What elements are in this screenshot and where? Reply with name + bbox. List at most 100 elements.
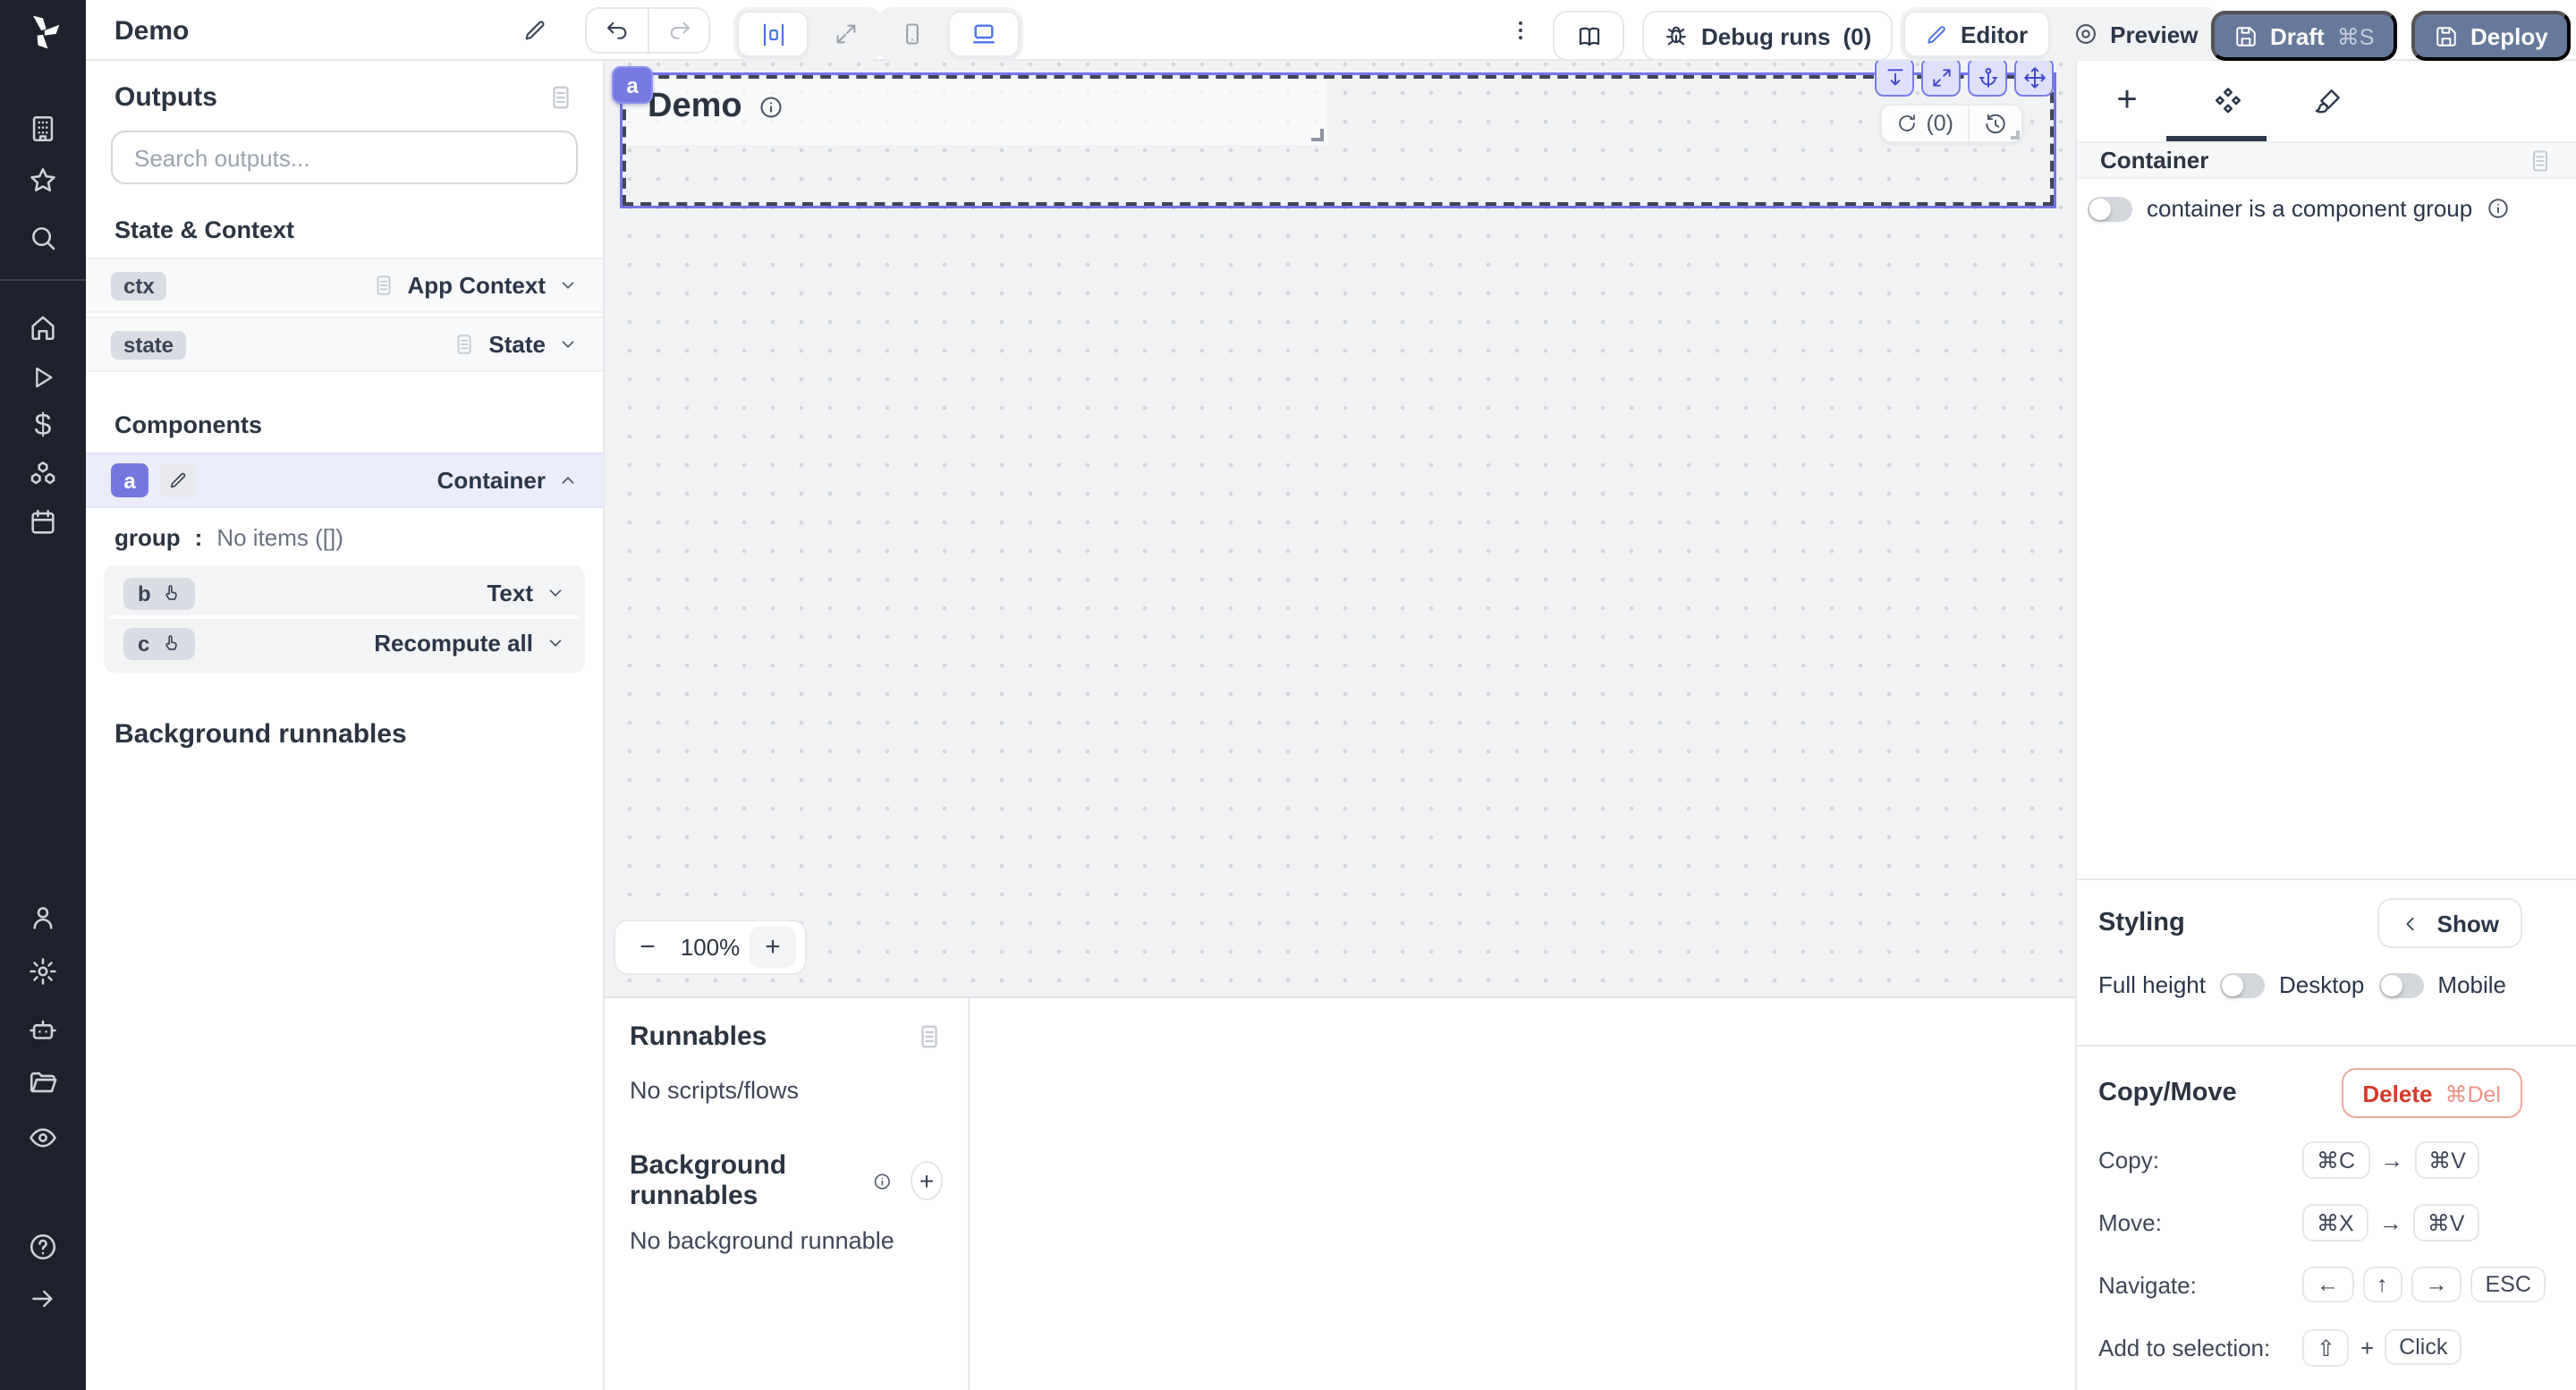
chevron-down-icon[interactable] <box>558 335 578 354</box>
expand-rail-arrow-icon[interactable] <box>29 1284 57 1313</box>
component-row-recompute[interactable]: c Recompute all <box>109 619 580 667</box>
styling-tab[interactable] <box>2299 61 2356 141</box>
group-separator: : <box>195 524 203 551</box>
pill-resize-corner <box>2011 131 2020 140</box>
selection-badge: a <box>612 66 653 104</box>
container-id-badge[interactable]: a <box>111 463 148 497</box>
variables-dollar-icon[interactable]: $ <box>35 408 52 444</box>
background-runnables-heading: Background runnables <box>114 719 574 750</box>
component-run-pill: (0) <box>1879 104 2023 143</box>
draft-label: Draft <box>2270 22 2325 49</box>
audit-eye-icon[interactable] <box>28 1123 58 1153</box>
recompute-id-badge[interactable]: c <box>123 627 194 659</box>
group-value: No items ([]) <box>216 524 343 551</box>
component-group-toggle-row: container is a component group <box>2077 179 2576 238</box>
deploy-label: Deploy <box>2470 22 2548 49</box>
workers-robot-icon[interactable] <box>28 1015 58 1046</box>
component-settings-tab[interactable] <box>2199 61 2256 141</box>
shortcut-row-navigate: Navigate: ← ↑ → ESC <box>2098 1263 2522 1306</box>
shortcut-row-move: Move: ⌘X → ⌘V <box>2098 1200 2522 1243</box>
fullscreen-handle[interactable] <box>1921 61 1961 97</box>
workspace-building-icon[interactable] <box>28 114 58 144</box>
shortcut-arrow: → <box>2377 1208 2404 1235</box>
chevron-up-icon[interactable] <box>558 470 578 490</box>
expand-down-handle[interactable] <box>1875 61 1914 97</box>
panel-doc-icon[interactable] <box>2528 148 2553 173</box>
centered-layout-button[interactable] <box>737 11 809 57</box>
chevron-down-icon[interactable] <box>546 583 565 603</box>
mobile-view-button[interactable] <box>880 11 945 57</box>
add-background-runnable-button[interactable]: + <box>911 1161 943 1200</box>
delete-component-button[interactable]: Delete ⌘Del <box>2341 1068 2522 1118</box>
output-row-state[interactable]: state State <box>86 317 603 372</box>
pointer-hand-icon <box>160 633 180 653</box>
rename-pencil-icon[interactable] <box>159 463 197 497</box>
windmill-logo-icon[interactable] <box>23 13 63 52</box>
kbd-key: ⇧ <box>2302 1328 2350 1366</box>
full-height-mobile-toggle[interactable] <box>2378 972 2423 997</box>
folders-icon[interactable] <box>28 1067 58 1098</box>
zoom-level: 100% <box>671 934 750 961</box>
home-icon[interactable] <box>28 312 58 343</box>
settings-tabs: + <box>2077 61 2576 141</box>
kbd-key: ↑ <box>2362 1267 2402 1302</box>
kbd-key: ← <box>2302 1267 2353 1302</box>
component-row-text[interactable]: b Text <box>109 571 580 619</box>
full-height-desktop-toggle[interactable] <box>2220 972 2265 997</box>
preview-tab[interactable]: Preview <box>2053 11 2217 57</box>
full-width-button[interactable] <box>812 11 880 57</box>
output-row-ctx[interactable]: ctx App Context <box>86 258 603 313</box>
debug-runs-button[interactable]: Debug runs (0) <box>1642 11 1893 61</box>
insert-component-tab[interactable]: + <box>2098 61 2156 141</box>
search-icon[interactable] <box>28 223 58 253</box>
panel-doc-icon[interactable] <box>916 1023 943 1050</box>
preview-tab-label: Preview <box>2110 21 2198 47</box>
editor-tab[interactable]: Editor <box>1903 11 2049 57</box>
zoom-in-button[interactable]: + <box>750 927 796 968</box>
resources-cubes-icon[interactable] <box>28 459 58 489</box>
more-menu-kebab-icon[interactable] <box>1503 0 1538 61</box>
zoom-out-button[interactable]: − <box>624 927 671 968</box>
deploy-button[interactable]: Deploy <box>2411 11 2572 61</box>
selected-container[interactable]: a Demo <box>623 75 2054 206</box>
panel-doc-icon[interactable] <box>547 84 574 111</box>
styling-show-button[interactable]: Show <box>2378 898 2522 948</box>
chevron-down-icon[interactable] <box>558 275 578 295</box>
full-height-label: Full height <box>2098 971 2206 998</box>
component-group-toggle[interactable] <box>2088 196 2132 221</box>
resize-corner-handle[interactable] <box>1311 129 1324 141</box>
canvas-zoom-bar: − 100% + <box>614 920 807 975</box>
container-type-label: Container <box>437 467 546 494</box>
outputs-search <box>111 131 578 184</box>
user-icon[interactable] <box>28 903 58 933</box>
app-title: Demo <box>114 0 189 61</box>
move-handle[interactable] <box>2014 61 2054 97</box>
docs-book-button[interactable] <box>1553 11 1624 61</box>
favorites-star-icon[interactable] <box>28 165 58 196</box>
text-id-badge[interactable]: b <box>123 577 196 609</box>
app-canvas[interactable]: a Demo <box>605 61 2075 998</box>
group-key: group <box>114 524 181 551</box>
anchor-handle[interactable] <box>1968 61 2007 97</box>
desktop-view-button[interactable] <box>948 11 1020 57</box>
component-row-container[interactable]: a Container <box>86 453 603 508</box>
chevron-down-icon[interactable] <box>546 633 565 653</box>
undo-button[interactable] <box>587 9 648 52</box>
draft-save-button[interactable]: Draft ⌘S <box>2211 11 2397 61</box>
settings-gear-icon[interactable] <box>28 956 58 987</box>
state-id-badge[interactable]: state <box>111 330 186 359</box>
info-icon <box>758 95 784 120</box>
pointer-hand-icon <box>162 583 182 603</box>
text-component[interactable]: Demo <box>626 79 1327 145</box>
runs-play-icon[interactable] <box>29 363 57 392</box>
outputs-search-input[interactable] <box>131 142 558 173</box>
edit-title-pencil-icon[interactable] <box>522 0 547 61</box>
container-children-box: b Text c Recompute all <box>104 565 585 673</box>
background-runnables-empty-text: No background runnable <box>630 1227 943 1254</box>
ctx-id-badge[interactable]: ctx <box>111 271 167 300</box>
schedules-calendar-icon[interactable] <box>28 507 58 538</box>
refresh-component-button[interactable]: (0) <box>1881 111 1968 136</box>
help-icon[interactable] <box>28 1232 58 1262</box>
shortcut-label: Move: <box>2098 1208 2302 1235</box>
redo-button[interactable] <box>649 9 708 52</box>
